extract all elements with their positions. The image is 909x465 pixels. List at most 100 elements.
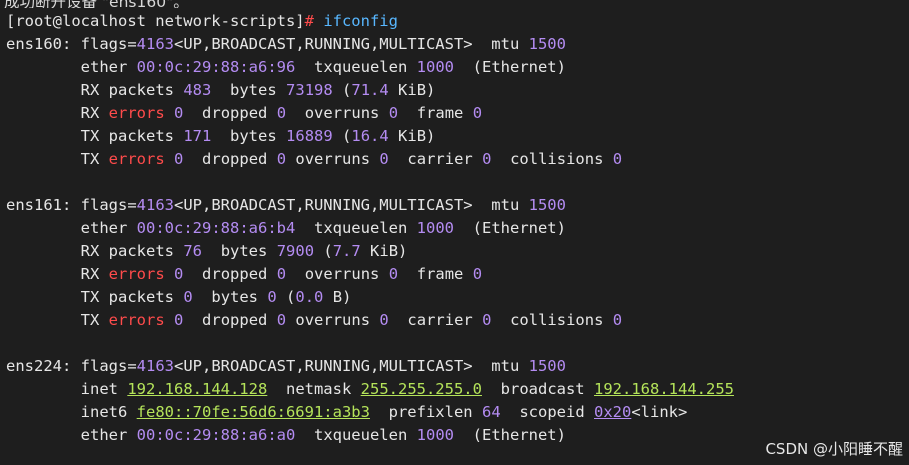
tx-carrier-value: 0 <box>482 311 492 329</box>
rx-bytes-human-unit: KiB <box>398 81 427 99</box>
bytes-label: bytes <box>230 81 277 99</box>
rx-dropped-value: 0 <box>276 104 287 122</box>
scope-text: <link> <box>631 403 688 421</box>
rx-packets-value: 483 <box>183 81 212 99</box>
tx-packets-value: 0 <box>183 288 193 306</box>
inet6-label: inet6 <box>80 403 128 421</box>
ens160-flags-line: ens160: flags=4163<UP,BROADCAST,RUNNING,… <box>6 35 566 53</box>
rx-label: RX <box>80 242 100 260</box>
command-text: ifconfig <box>323 12 398 30</box>
ens161-rx-errors-line: RX errors 0 dropped 0 overruns 0 frame 0 <box>6 263 906 286</box>
dropped-label: dropped <box>202 150 268 168</box>
rx-errors-value: 0 <box>174 265 184 283</box>
flags-text: <UP,BROADCAST,RUNNING,MULTICAST> <box>174 357 473 375</box>
scopeid-label: scopeid <box>519 403 585 421</box>
prompt-line: [root@localhost network-scripts]# ifconf… <box>6 10 906 33</box>
bytes-label: bytes <box>230 127 277 145</box>
tx-label: TX <box>80 288 100 306</box>
dropped-label: dropped <box>202 265 268 283</box>
mtu-value: 1500 <box>528 35 566 53</box>
ens161-rx-packets-line: RX packets 76 bytes 7900 (7.7 KiB) <box>80 242 408 260</box>
rx-bytes-value: 7900 <box>276 242 315 260</box>
flags-label: flags= <box>80 196 137 214</box>
link-type: (Ethernet) <box>472 219 566 237</box>
terminal-output: [root@localhost network-scripts]# ifconf… <box>6 10 906 447</box>
flags-label: flags= <box>80 357 137 375</box>
prompt-symbol: # <box>304 12 314 30</box>
previous-output-text: 成功断开设备 "ens160"。 <box>4 0 189 8</box>
errors-label: errors <box>108 265 165 283</box>
broadcast-label: broadcast <box>500 380 585 398</box>
rx-bytes-human-unit: KiB <box>370 242 399 260</box>
rx-overruns-value: 0 <box>388 104 399 122</box>
frame-label: frame <box>416 265 464 283</box>
rx-label: RX <box>80 265 100 283</box>
tx-carrier-value: 0 <box>482 150 492 168</box>
tx-label: TX <box>80 150 100 168</box>
ens161-tx-packets-line: TX packets 0 bytes 0 (0.0 B) <box>80 288 352 306</box>
mtu-label: mtu <box>491 35 520 53</box>
packets-label: packets <box>108 127 174 145</box>
tx-bytes-human-unit: B <box>332 288 343 306</box>
flags-label: flags= <box>80 35 137 53</box>
txqueuelen-value: 1000 <box>416 219 454 237</box>
collisions-label: collisions <box>510 311 604 329</box>
ens161-interface-name: ens161 <box>6 196 62 214</box>
mtu-value: 1500 <box>528 357 566 375</box>
ens160-rx-packets-line: RX packets 483 bytes 73198 (71.4 KiB) <box>80 81 436 99</box>
flags-text: <UP,BROADCAST,RUNNING,MULTICAST> <box>174 35 473 53</box>
ipv4-address: 192.168.144.128 <box>127 380 268 398</box>
tx-bytes-human-value: 0.0 <box>295 288 324 306</box>
ens160-rx-errors-line: RX errors 0 dropped 0 overruns 0 frame 0 <box>6 102 906 125</box>
rx-overruns-value: 0 <box>388 265 399 283</box>
tx-label: TX <box>80 127 100 145</box>
ipv6-address: fe80::70fe:56d6:6691:a3b3 <box>136 403 370 421</box>
inet-label: inet <box>80 380 118 398</box>
rx-label: RX <box>80 104 100 122</box>
collisions-label: collisions <box>510 150 604 168</box>
mtu-value: 1500 <box>528 196 566 214</box>
ens161-tx-errors-line: TX errors 0 dropped 0 overruns 0 carrier… <box>6 309 906 332</box>
mac-address: 00:0c:29:88:a6:96 <box>136 58 296 76</box>
rx-bytes-human-value: 7.7 <box>332 242 361 260</box>
tx-collisions-value: 0 <box>612 150 623 168</box>
bytes-label: bytes <box>211 288 259 306</box>
packets-label: packets <box>108 81 174 99</box>
ens161-flags-line: ens161: flags=4163<UP,BROADCAST,RUNNING,… <box>6 196 566 214</box>
tx-packets-value: 171 <box>183 127 212 145</box>
csdn-watermark: CSDN @小阳睡不醒 <box>765 440 903 458</box>
tx-bytes-human-value: 16.4 <box>351 127 389 145</box>
bytes-label: bytes <box>220 242 268 260</box>
tx-label: TX <box>80 311 100 329</box>
rx-dropped-value: 0 <box>276 265 287 283</box>
errors-label: errors <box>108 104 165 122</box>
dropped-label: dropped <box>202 104 268 122</box>
scopeid-value: 0x20 <box>594 403 632 421</box>
ens224-interface-name: ens224 <box>6 357 62 375</box>
txqueuelen-label: txqueuelen <box>313 219 408 237</box>
ens160-tx-errors-line: TX errors 0 dropped 0 overruns 0 carrier… <box>6 148 906 171</box>
mtu-label: mtu <box>491 196 520 214</box>
mac-address: 00:0c:29:88:a6:a0 <box>136 426 296 444</box>
ether-label: ether <box>80 219 128 237</box>
packets-label: packets <box>108 288 174 306</box>
rx-errors-value: 0 <box>174 104 184 122</box>
tx-bytes-human-unit: KiB <box>398 127 427 145</box>
txqueuelen-label: txqueuelen <box>313 426 408 444</box>
tx-overruns-value: 0 <box>379 311 389 329</box>
flags-value: 4163 <box>136 357 174 375</box>
ether-label: ether <box>80 426 128 444</box>
rx-frame-value: 0 <box>472 104 483 122</box>
link-type: (Ethernet) <box>472 58 566 76</box>
ens224-inet-line: inet 192.168.144.128 netmask 255.255.255… <box>6 378 906 401</box>
errors-label: errors <box>108 150 165 168</box>
ens161-ether-line: ether 00:0c:29:88:a6:b4 txqueuelen 1000 … <box>6 217 906 240</box>
prefixlen-label: prefixlen <box>388 403 473 421</box>
txqueuelen-value: 1000 <box>416 58 454 76</box>
rx-packets-value: 76 <box>183 242 203 260</box>
frame-label: frame <box>416 104 464 122</box>
mtu-label: mtu <box>491 357 520 375</box>
flags-value: 4163 <box>136 196 174 214</box>
txqueuelen-value: 1000 <box>416 426 454 444</box>
